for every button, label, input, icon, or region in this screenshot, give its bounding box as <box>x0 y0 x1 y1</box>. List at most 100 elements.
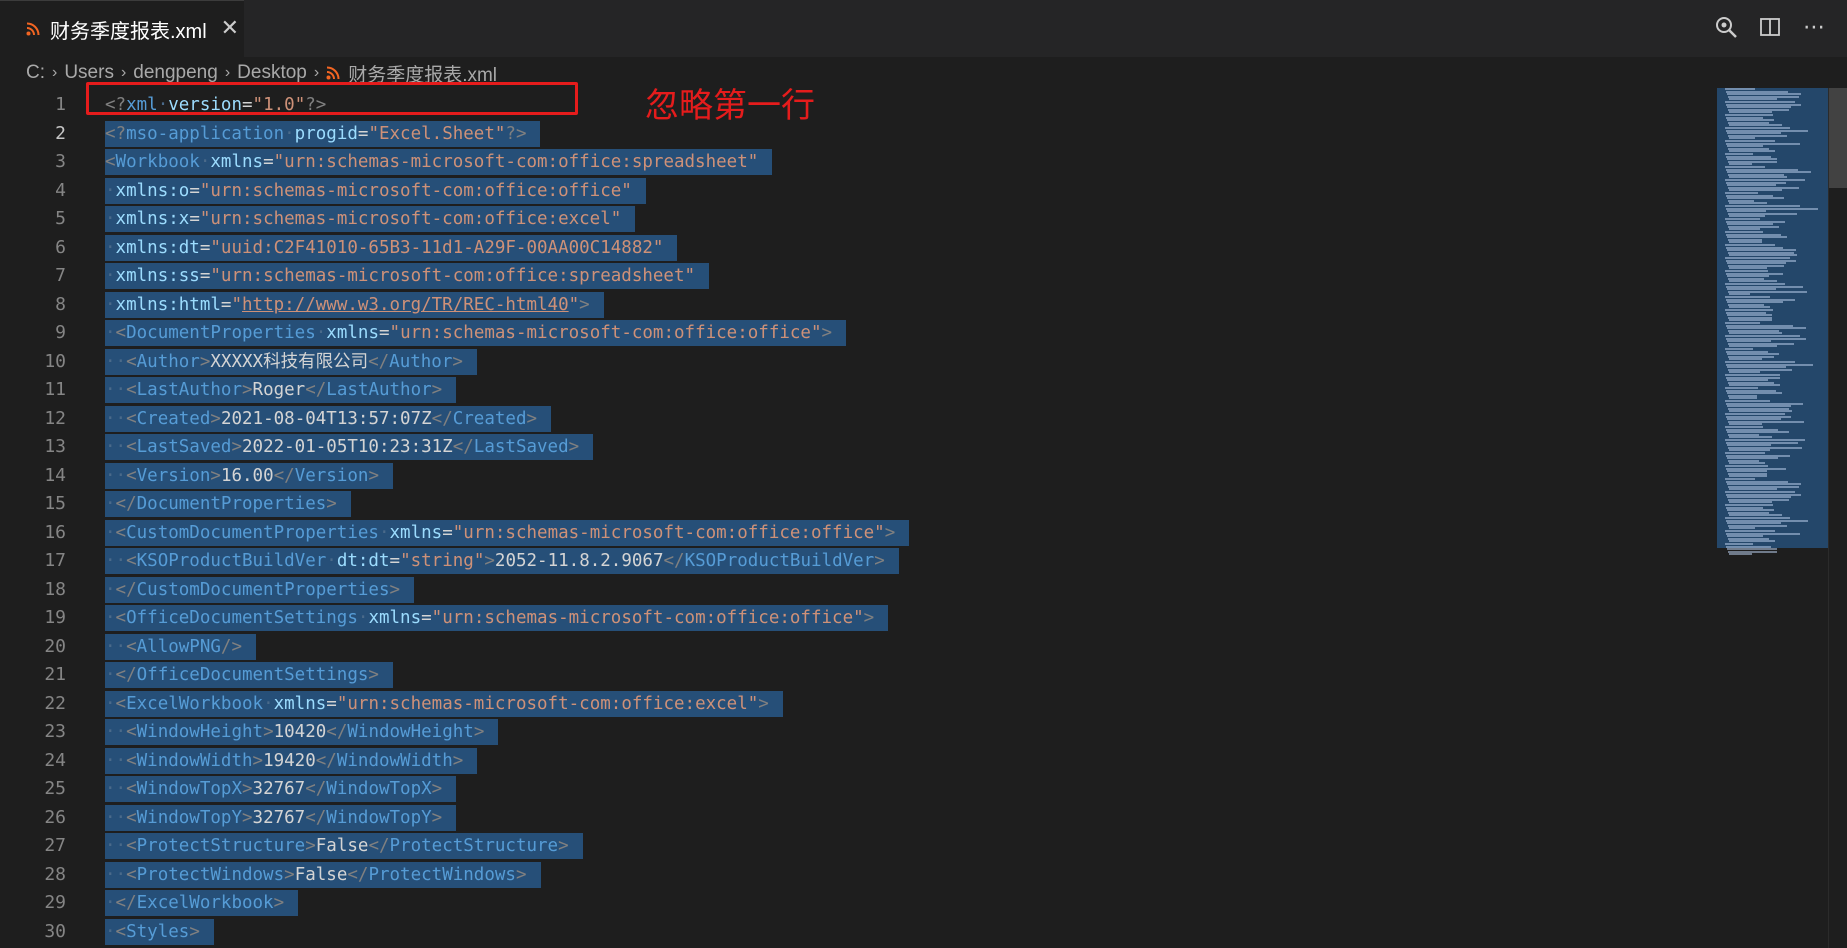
line-number: 26 <box>44 806 66 828</box>
line-number: 18 <box>44 578 66 600</box>
code-text[interactable]: ··<WindowWidth>19420</WindowWidth> <box>105 747 478 774</box>
code-line[interactable]: 30 ·<Styles> <box>0 917 1710 946</box>
code-text[interactable]: ·xmlns:ss="urn:schemas-microsoft-com:off… <box>105 263 710 289</box>
editor-actions: ⋯ <box>1713 14 1827 40</box>
line-number: 1 <box>55 94 66 115</box>
code-line[interactable]: 14 ··<Version>16.00</Version> <box>0 461 1710 490</box>
line-number: 23 <box>44 721 66 742</box>
line-number: 22 <box>44 692 66 714</box>
line-number: 27 <box>44 835 66 856</box>
line-number: 6 <box>55 236 66 258</box>
code-text[interactable]: <Workbook·xmlns="urn:schemas-microsoft-c… <box>105 149 773 175</box>
vertical-scrollbar[interactable] <box>1828 88 1847 948</box>
code-line[interactable]: 24 ··<WindowWidth>19420</WindowWidth> <box>0 746 1710 775</box>
line-number: 29 <box>44 892 66 913</box>
line-number: 4 <box>55 179 66 201</box>
breadcrumb-desktop[interactable]: Desktop <box>237 62 307 84</box>
code-line[interactable]: 23 ··<WindowHeight>10420</WindowHeight> <box>0 717 1710 746</box>
search-icon[interactable] <box>1713 14 1739 40</box>
code-text[interactable]: <?mso-application·progid="Excel.Sheet"?> <box>105 120 541 147</box>
code-text[interactable]: ··<Version>16.00</Version> <box>105 462 394 489</box>
code-line[interactable]: 26 ··<WindowTopY>32767</WindowTopY> <box>0 803 1710 832</box>
code-text[interactable]: ·xmlns:x="urn:schemas-microsoft-com:offi… <box>105 206 636 232</box>
line-number: 9 <box>55 322 66 343</box>
code-line[interactable]: 27 ··<ProtectStructure>False</ProtectStru… <box>0 831 1710 860</box>
line-number: 7 <box>55 265 66 286</box>
line-number: 14 <box>44 464 66 486</box>
code-line[interactable]: 25 ··<WindowTopX>32767</WindowTopX> <box>0 774 1710 803</box>
code-text[interactable]: ··<LastAuthor>Roger</LastAuthor> <box>105 377 457 403</box>
code-line[interactable]: 8 ·xmlns:html="http://www.w3.org/TR/REC-h… <box>0 290 1710 319</box>
code-text[interactable]: ·<Styles> <box>105 918 214 945</box>
chevron-right-icon: › <box>120 64 127 81</box>
more-actions-icon[interactable]: ⋯ <box>1801 14 1827 40</box>
close-tab-button[interactable]: ✕ <box>221 18 239 40</box>
line-number: 12 <box>44 407 66 429</box>
code-line[interactable]: 15 ·</DocumentProperties> <box>0 489 1710 518</box>
code-line[interactable]: 7 ·xmlns:ss="urn:schemas-microsoft-com:of… <box>0 261 1710 290</box>
breadcrumb-drive[interactable]: C: <box>26 62 45 84</box>
code-line[interactable]: 11 ··<LastAuthor>Roger</LastAuthor> <box>0 375 1710 404</box>
line-number: 13 <box>44 436 66 457</box>
code-text[interactable]: ·xmlns:dt="uuid:C2F41010-65B3-11d1-A29F-… <box>105 234 678 261</box>
line-number: 3 <box>55 151 66 172</box>
code-line[interactable]: 10 ··<Author>XXXXX科技有限公司</Author> <box>0 347 1710 376</box>
minimap-line <box>1729 553 1752 556</box>
code-text[interactable]: ·<CustomDocumentProperties·xmlns="urn:sc… <box>105 519 910 546</box>
breadcrumb-user[interactable]: dengpeng <box>133 62 218 84</box>
code-text[interactable]: ·</CustomDocumentProperties> <box>105 576 415 603</box>
code-text[interactable]: ·</DocumentProperties> <box>105 491 351 517</box>
code-text[interactable]: ··<ProtectStructure>False</ProtectStruct… <box>105 833 583 859</box>
code-text[interactable]: ·xmlns:o="urn:schemas-microsoft-com:offi… <box>105 177 646 204</box>
code-text[interactable]: ··<WindowTopY>32767</WindowTopY> <box>105 804 457 831</box>
code-line[interactable]: 9 ·<DocumentProperties·xmlns="urn:schemas… <box>0 318 1710 347</box>
code-text[interactable]: ·<DocumentProperties·xmlns="urn:schemas-… <box>105 320 847 346</box>
code-text[interactable]: ··<Author>XXXXX科技有限公司</Author> <box>105 348 477 375</box>
code-line[interactable]: 3 <Workbook·xmlns="urn:schemas-microsoft-… <box>0 147 1710 176</box>
code-text[interactable]: ·<ExcelWorkbook·xmlns="urn:schemas-micro… <box>105 690 783 717</box>
code-text[interactable]: ··<AllowPNG/> <box>105 633 256 660</box>
line-number: 11 <box>44 379 66 400</box>
line-number: 24 <box>44 749 66 771</box>
code-line[interactable]: 19 ·<OfficeDocumentSettings·xmlns="urn:sc… <box>0 603 1710 632</box>
code-text[interactable]: ··<WindowTopX>32767</WindowTopX> <box>105 776 457 802</box>
minimap[interactable] <box>1717 88 1829 948</box>
tab-title: 财务季度报表.xml <box>50 20 207 43</box>
code-line[interactable]: 17 ··<KSOProductBuildVer·dt:dt="string">2… <box>0 546 1710 575</box>
code-text[interactable]: ··<LastSaved>2022-01-05T10:23:31Z</LastS… <box>105 434 594 460</box>
tab-bar: 财务季度报表.xml ✕ ⋯ <box>0 0 1847 57</box>
code-text[interactable]: ·</OfficeDocumentSettings> <box>105 662 393 688</box>
editor-tab[interactable]: 财务季度报表.xml ✕ <box>0 0 244 57</box>
scrollbar-thumb[interactable] <box>1829 88 1847 188</box>
breadcrumb-users[interactable]: Users <box>64 62 114 84</box>
code-line[interactable]: 6 ·xmlns:dt="uuid:C2F41010-65B3-11d1-A29F… <box>0 233 1710 262</box>
line-number: 16 <box>44 521 66 543</box>
code-text[interactable]: ·</ExcelWorkbook> <box>105 890 299 916</box>
line-number: 15 <box>44 493 66 514</box>
code-editor[interactable]: 1 <?xml·version="1.0"?> 2 <?mso-application… <box>0 90 1847 948</box>
code-line[interactable]: 2 <?mso-application·progid="Excel.Sheet"?… <box>0 119 1710 148</box>
chevron-right-icon: › <box>52 64 58 81</box>
code-text[interactable]: ··<WindowHeight>10420</WindowHeight> <box>105 719 499 745</box>
code-line[interactable]: 13 ··<LastSaved>2022-01-05T10:23:31Z</Las… <box>0 432 1710 461</box>
code-line[interactable]: 29 ·</ExcelWorkbook> <box>0 888 1710 917</box>
highlight-box <box>86 82 578 115</box>
code-text[interactable]: ··<Created>2021-08-04T13:57:07Z</Created… <box>105 405 552 432</box>
code-line[interactable]: 18 ·</CustomDocumentProperties> <box>0 575 1710 604</box>
split-editor-icon[interactable] <box>1757 14 1783 40</box>
code-line[interactable]: 5 ·xmlns:x="urn:schemas-microsoft-com:off… <box>0 204 1710 233</box>
code-line[interactable]: 12 ··<Created>2021-08-04T13:57:07Z</Creat… <box>0 404 1710 433</box>
code-text[interactable]: ··<ProtectWindows>False</ProtectWindows> <box>105 861 541 888</box>
line-number: 19 <box>44 607 66 628</box>
line-number: 28 <box>44 863 66 885</box>
code-text[interactable]: ·<OfficeDocumentSettings·xmlns="urn:sche… <box>105 605 889 631</box>
code-line[interactable]: 20 ··<AllowPNG/> <box>0 632 1710 661</box>
code-line[interactable]: 22 ·<ExcelWorkbook·xmlns="urn:schemas-mic… <box>0 689 1710 718</box>
code-line[interactable]: 21 ·</OfficeDocumentSettings> <box>0 660 1710 689</box>
code-text[interactable]: ··<KSOProductBuildVer·dt:dt="string">205… <box>105 548 899 574</box>
code-line[interactable]: 4 ·xmlns:o="urn:schemas-microsoft-com:off… <box>0 176 1710 205</box>
line-number: 25 <box>44 778 66 799</box>
code-line[interactable]: 16 ·<CustomDocumentProperties·xmlns="urn:… <box>0 518 1710 547</box>
code-line[interactable]: 28 ··<ProtectWindows>False</ProtectWindow… <box>0 860 1710 889</box>
code-text[interactable]: ·xmlns:html="http://www.w3.org/TR/REC-ht… <box>105 291 604 318</box>
